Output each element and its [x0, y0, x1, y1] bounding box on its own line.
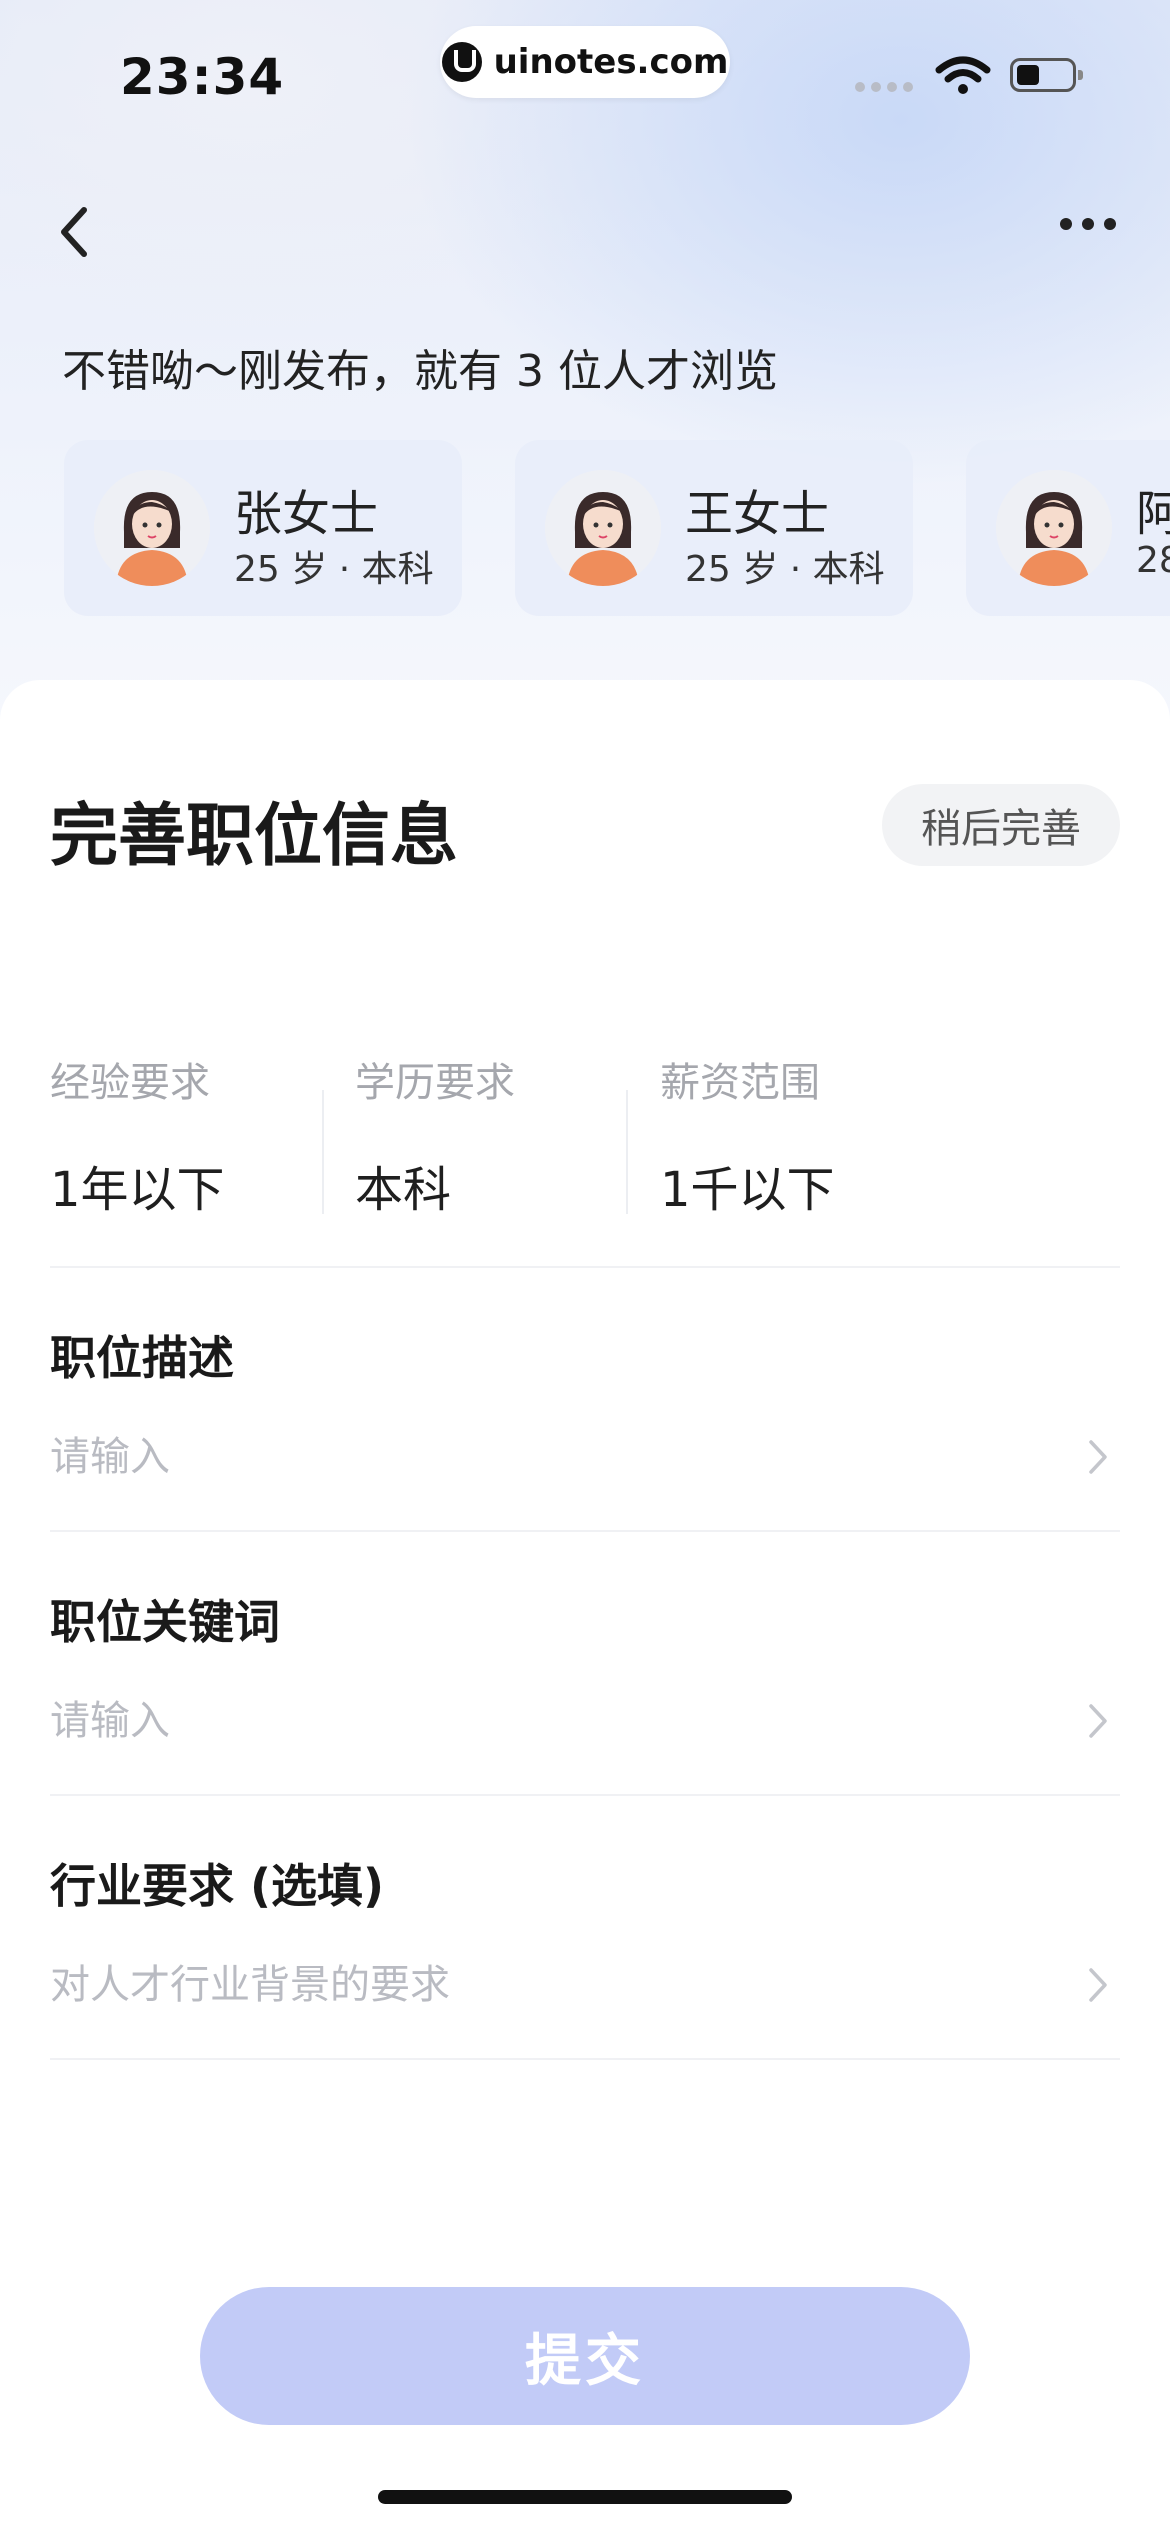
field-placeholder: 请输入: [50, 1434, 170, 1480]
field-placeholder: 请输入: [50, 1698, 170, 1744]
viewer-meta: 25 岁 · 本科: [685, 549, 885, 590]
viewer-name: 王女士: [685, 486, 830, 542]
viewer-card[interactable]: 阿 28: [966, 440, 1170, 616]
requirement-value: 1年以下: [50, 1162, 225, 1218]
viewer-meta: 28: [1136, 540, 1170, 581]
requirement-label: 经验要求: [50, 1060, 210, 1106]
viewers-notice: 不错呦～刚发布，就有 3 位人才浏览: [62, 346, 778, 397]
status-time: 23:34: [120, 48, 285, 106]
field-placeholder: 对人才行业背景的要求: [50, 1962, 450, 2008]
salary-range[interactable]: 薪资范围 1千以下: [660, 1050, 960, 1220]
avatar-icon: [545, 470, 661, 586]
url-pill[interactable]: uinotes.com: [440, 26, 730, 98]
education-requirement[interactable]: 学历要求 本科: [355, 1050, 655, 1220]
job-description-title: 职位描述: [50, 1331, 234, 1385]
back-chevron-icon[interactable]: [56, 200, 96, 264]
viewer-card[interactable]: 王女士 25 岁 · 本科: [515, 440, 913, 616]
url-text: uinotes.com: [493, 42, 729, 82]
home-indicator: [378, 2490, 792, 2504]
viewer-meta: 25 岁 · 本科: [234, 549, 434, 590]
requirements-row: 经验要求 1年以下 学历要求 本科 薪资范围 1千以下: [50, 1050, 1120, 1240]
more-options-icon[interactable]: [1060, 218, 1116, 230]
requirement-label: 学历要求: [355, 1060, 515, 1106]
site-logo-icon: [441, 42, 482, 82]
industry-requirement-title: 行业要求 (选填): [50, 1859, 385, 1913]
battery-icon: [1010, 58, 1083, 92]
divider: [50, 1266, 1120, 1268]
wifi-icon: [935, 56, 991, 94]
job-keywords-input[interactable]: 请输入: [50, 1686, 1120, 1756]
chevron-right-icon: [1089, 1440, 1107, 1474]
divider: [322, 1090, 324, 1214]
page-title: 完善职位信息: [50, 797, 459, 876]
experience-requirement[interactable]: 经验要求 1年以下: [50, 1050, 350, 1220]
chevron-right-icon: [1089, 1704, 1107, 1738]
chevron-right-icon: [1089, 1968, 1107, 2002]
viewer-name: 阿: [1136, 486, 1170, 542]
viewer-card[interactable]: 张女士 25 岁 · 本科: [64, 440, 462, 616]
cellular-signal-icon: [855, 82, 913, 92]
avatar-icon: [996, 470, 1112, 586]
viewer-carousel[interactable]: 张女士 25 岁 · 本科 王女士 25 岁 · 本科 阿 28: [0, 440, 1170, 620]
divider: [50, 1530, 1120, 1532]
requirement-label: 薪资范围: [660, 1060, 820, 1106]
job-description-input[interactable]: 请输入: [50, 1422, 1120, 1492]
complete-later-button[interactable]: 稍后完善: [882, 784, 1120, 866]
divider: [50, 2058, 1120, 2060]
job-keywords-title: 职位关键词: [50, 1595, 280, 1649]
industry-requirement-input[interactable]: 对人才行业背景的要求: [50, 1950, 1120, 2020]
divider: [626, 1090, 628, 1214]
avatar-icon: [94, 470, 210, 586]
submit-button[interactable]: 提交: [200, 2287, 970, 2425]
viewer-name: 张女士: [234, 486, 379, 542]
requirement-value: 本科: [355, 1162, 452, 1218]
divider: [50, 1794, 1120, 1796]
requirement-value: 1千以下: [660, 1162, 835, 1218]
